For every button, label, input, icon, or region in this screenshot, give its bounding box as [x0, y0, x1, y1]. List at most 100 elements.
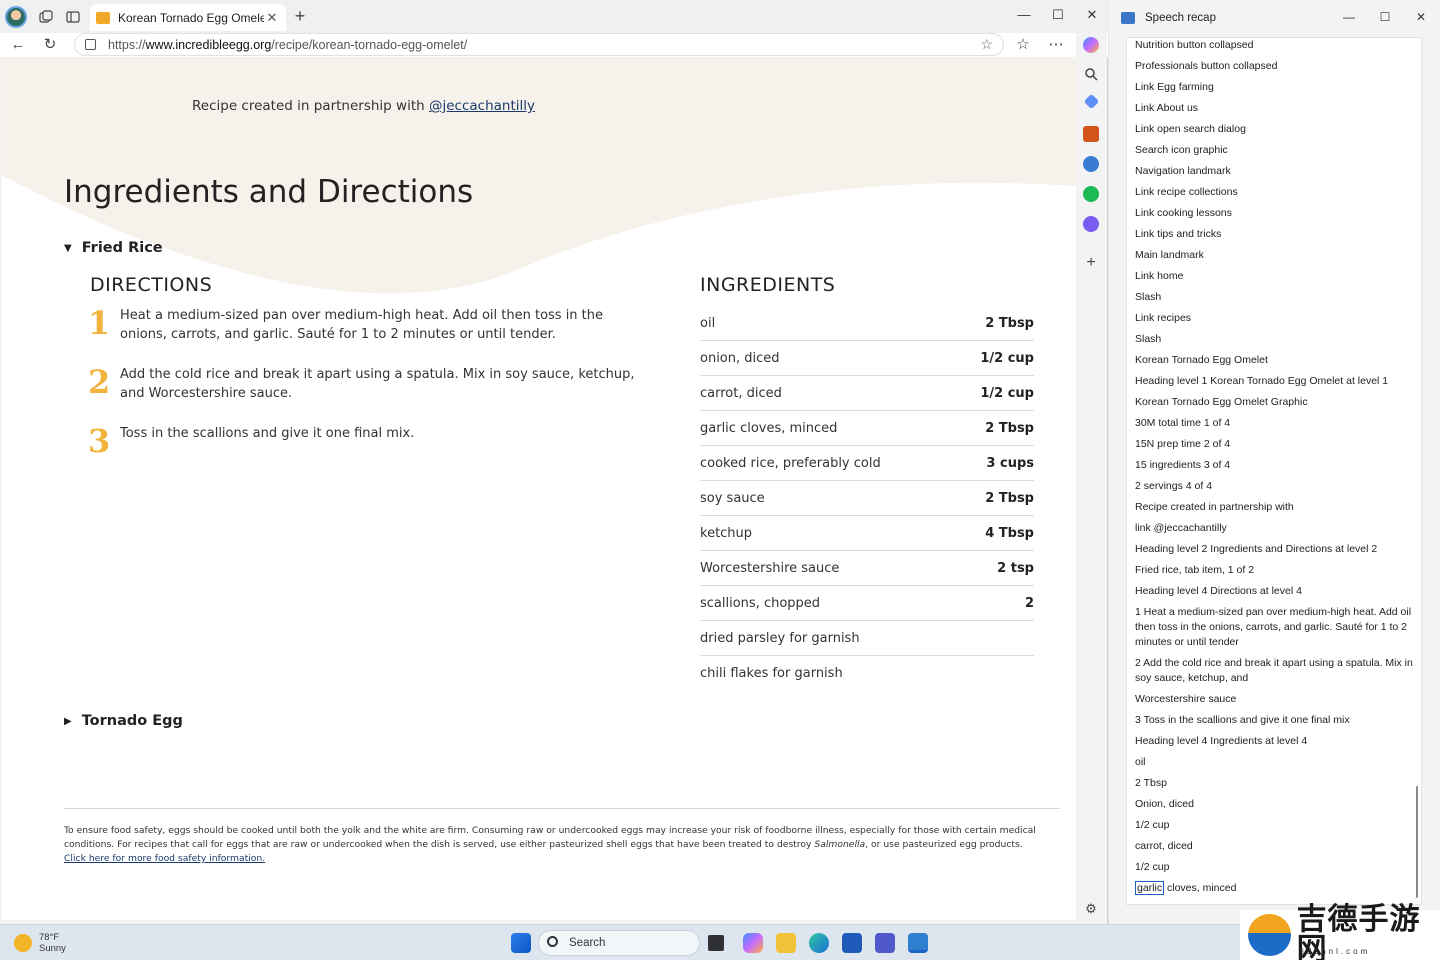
recap-item: carrot, diced — [1135, 840, 1193, 852]
search-icon[interactable] — [1083, 66, 1099, 82]
teams-icon[interactable] — [875, 933, 895, 953]
task-view-icon[interactable] — [708, 935, 724, 951]
tab-korean-tornado-egg-omelet[interactable]: Korean Tornado Egg Omelet - A ✕ — [90, 4, 286, 31]
caret-right-icon: ▶ — [64, 715, 72, 727]
recap-item: Fried rice, tab item, 1 of 2 — [1135, 564, 1255, 576]
ingredient-row: Worcestershire sauce 2 tsp — [700, 551, 1034, 586]
sidebar-settings-icon[interactable]: ⚙ — [1083, 901, 1099, 917]
recap-item: oil — [1135, 756, 1146, 768]
ingredient-amount: 4 Tbsp — [985, 525, 1034, 541]
more-options-icon[interactable]: ⋯ — [1046, 35, 1066, 55]
messenger-icon[interactable] — [1083, 216, 1099, 232]
recap-item: Link recipe collections — [1135, 186, 1238, 198]
recap-item: Professionals button collapsed — [1135, 60, 1278, 72]
partner-link[interactable]: @jeccachantilly — [429, 98, 535, 114]
ingredient-row: cooked rice, preferably cold 3 cups — [700, 446, 1034, 481]
copilot-taskbar-icon[interactable] — [743, 933, 763, 953]
copilot-icon[interactable] — [1083, 37, 1099, 53]
workspaces-icon[interactable] — [35, 6, 57, 28]
recap-item: link @jeccachantilly — [1135, 522, 1227, 534]
tab-close-icon[interactable]: ✕ — [264, 10, 280, 26]
watermark-logo-icon — [1248, 914, 1291, 956]
recap-item: Worcestershire sauce — [1135, 693, 1237, 705]
refresh-icon[interactable]: ↻ — [40, 35, 60, 55]
office-icon[interactable] — [1083, 156, 1099, 172]
direction-step: 1 Heat a medium-sized pan over medium-hi… — [88, 306, 648, 344]
maximize-icon[interactable]: ☐ — [1048, 7, 1068, 23]
url-prefix: https:// — [108, 37, 146, 52]
new-tab-icon[interactable]: + — [290, 6, 310, 27]
recap-item: Recipe created in partnership with — [1135, 501, 1294, 513]
profile-avatar-icon[interactable] — [5, 6, 27, 28]
recap-item: 3 Toss in the scallions and give it one … — [1135, 714, 1350, 726]
ingredient-row: chili flakes for garnish — [700, 656, 1034, 691]
ingredient-row: onion, diced 1/2 cup — [700, 341, 1034, 376]
narrator-taskbar-icon[interactable] — [908, 933, 928, 953]
ingredient-name: scallions, chopped — [700, 595, 821, 611]
url-domain: www.incredibleegg.org — [145, 37, 272, 52]
add-sidebar-app-icon[interactable]: + — [1083, 254, 1099, 271]
recap-close-icon[interactable]: ✕ — [1411, 10, 1431, 24]
ingredient-row: carrot, diced 1/2 cup — [700, 376, 1034, 411]
spotify-icon[interactable] — [1083, 186, 1099, 202]
file-explorer-icon[interactable] — [776, 933, 796, 953]
narrator-app-icon — [1121, 12, 1135, 24]
ingredient-row: ketchup 4 Tbsp — [700, 516, 1034, 551]
ingredient-row: scallions, chopped 2 — [700, 586, 1034, 621]
edge-sidebar: + ⚙ — [1076, 33, 1107, 924]
recap-minimize-icon[interactable]: — — [1339, 10, 1359, 24]
weather-widget[interactable]: 78°F Sunny — [14, 932, 66, 954]
recap-item: Main landmark — [1135, 249, 1204, 261]
tab-fried-rice[interactable]: ▼ Fried Rice — [64, 240, 163, 256]
direction-step: 2 Add the cold rice and break it apart u… — [88, 365, 648, 403]
tools-icon[interactable] — [1083, 126, 1099, 142]
taskbar-search-label: Search — [569, 937, 606, 949]
site-watermark: 吉德手游网 jdzhnl.com — [1240, 905, 1440, 960]
minimize-icon[interactable]: — — [1014, 7, 1034, 22]
recap-scrollbar[interactable] — [1416, 786, 1418, 898]
partner-text: Recipe created in partnership with — [192, 98, 429, 114]
weather-temp: 78°F — [39, 932, 60, 943]
recap-item: 2 Tbsp — [1135, 777, 1167, 789]
tab-tornado-egg[interactable]: ▶ Tornado Egg — [64, 713, 183, 729]
watermark-subtext: jdzhnl.com — [1302, 947, 1371, 956]
address-bar[interactable]: https://www.incredibleegg.org/recipe/kor… — [74, 33, 1004, 56]
recap-item: 1 Heat a medium-sized pan over medium-hi… — [1135, 606, 1412, 648]
edge-icon[interactable] — [809, 933, 829, 953]
step-text: Add the cold rice and break it apart usi… — [120, 367, 635, 401]
step-text: Heat a medium-sized pan over medium-high… — [120, 308, 604, 342]
recap-list[interactable]: Nutrition button collapsed Professionals… — [1126, 37, 1422, 905]
ingredient-row: oil 2 Tbsp — [700, 306, 1034, 341]
taskbar-search[interactable]: Search — [538, 930, 700, 956]
recap-item: 1/2 cup — [1135, 819, 1170, 831]
step-text: Toss in the scallions and give it one fi… — [120, 426, 415, 441]
ingredient-amount: 1/2 cup — [980, 385, 1034, 401]
recap-item: 2 Add the cold rice and break it apart u… — [1135, 657, 1413, 684]
recap-item: Link recipes — [1135, 312, 1192, 324]
ingredient-name: ketchup — [700, 525, 753, 541]
add-favorite-icon[interactable]: ☆ — [980, 36, 993, 53]
speech-recap-window: Speech recap — ☐ ✕ Nutrition button coll… — [1109, 0, 1440, 924]
food-safety-link[interactable]: Click here for more food safety informat… — [64, 852, 1044, 866]
ingredient-name: dried parsley for garnish — [700, 630, 860, 646]
recap-item: Onion, diced — [1135, 798, 1194, 810]
lock-icon[interactable] — [85, 39, 96, 50]
recap-item: Slash — [1135, 291, 1162, 303]
start-icon[interactable] — [511, 933, 531, 953]
store-icon[interactable] — [842, 933, 862, 953]
recap-item: Link open search dialog — [1135, 123, 1246, 135]
ingredient-name: oil — [700, 315, 716, 331]
ingredient-amount: 2 Tbsp — [985, 315, 1034, 331]
recap-maximize-icon[interactable]: ☐ — [1375, 10, 1395, 24]
ingredient-amount: 3 cups — [986, 455, 1034, 471]
ingredient-name: chili flakes for garnish — [700, 666, 843, 681]
close-window-icon[interactable]: ✕ — [1082, 7, 1102, 23]
recap-item: Link cooking lessons — [1135, 207, 1232, 219]
partner-credit: Recipe created in partnership with @jecc… — [192, 98, 535, 114]
back-icon[interactable]: ← — [8, 35, 28, 55]
step-number: 2 — [88, 363, 111, 401]
recap-item: Link tips and tricks — [1135, 228, 1222, 240]
vertical-tabs-icon[interactable] — [62, 6, 84, 28]
discover-icon[interactable] — [1083, 93, 1100, 110]
favorites-icon[interactable]: ☆ — [1013, 35, 1033, 55]
